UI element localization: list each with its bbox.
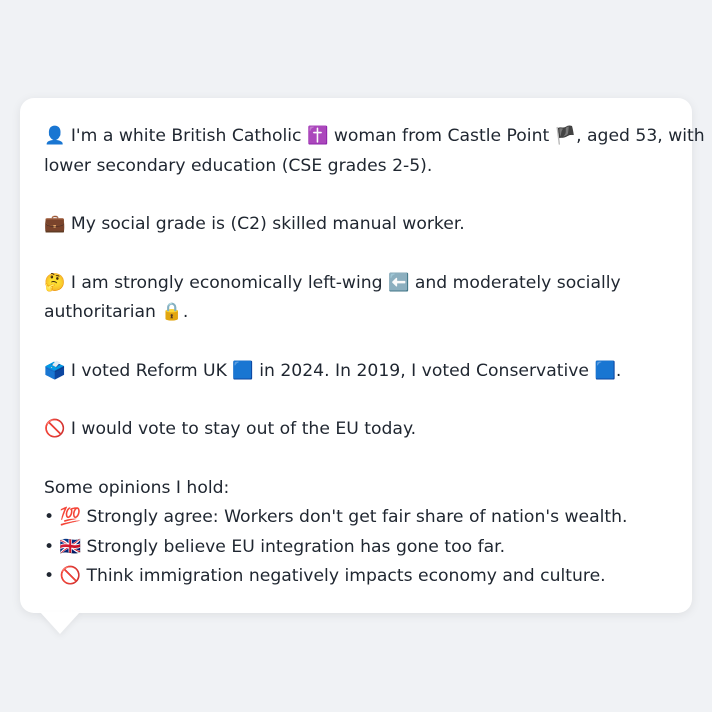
politics-line-1: 🤔 I am strongly economically left-wing ⬅… — [44, 272, 621, 293]
opinion-item-2: • 🇬🇧 Strongly believe EU integration has… — [44, 536, 506, 557]
bubble-tail — [40, 612, 80, 634]
eu-line: 🚫 I would vote to stay out of the EU tod… — [44, 419, 417, 439]
opinion-item-1: • 💯 Strongly agree: Workers don't get fa… — [44, 507, 628, 527]
opinion-item-3: • 🚫 Think immigration negatively impacts… — [44, 566, 606, 586]
social-grade-line: 💼 My social grade is (C2) skilled manual… — [44, 214, 465, 234]
identity-line-2: lower secondary education (CSE grades 2-… — [44, 155, 433, 176]
identity-line-1: 👤 I'm a white British Catholic ✝️ woman … — [44, 126, 705, 146]
opinions-heading: Some opinions I hold: — [44, 477, 230, 498]
votes-line: 🗳️ I voted Reform UK 🟦 in 2024. In 2019,… — [44, 360, 622, 381]
politics-line-2: authoritarian 🔒. — [44, 302, 189, 322]
persona-message-bubble: 👤 I'm a white British Catholic ✝️ woman … — [20, 98, 705, 613]
